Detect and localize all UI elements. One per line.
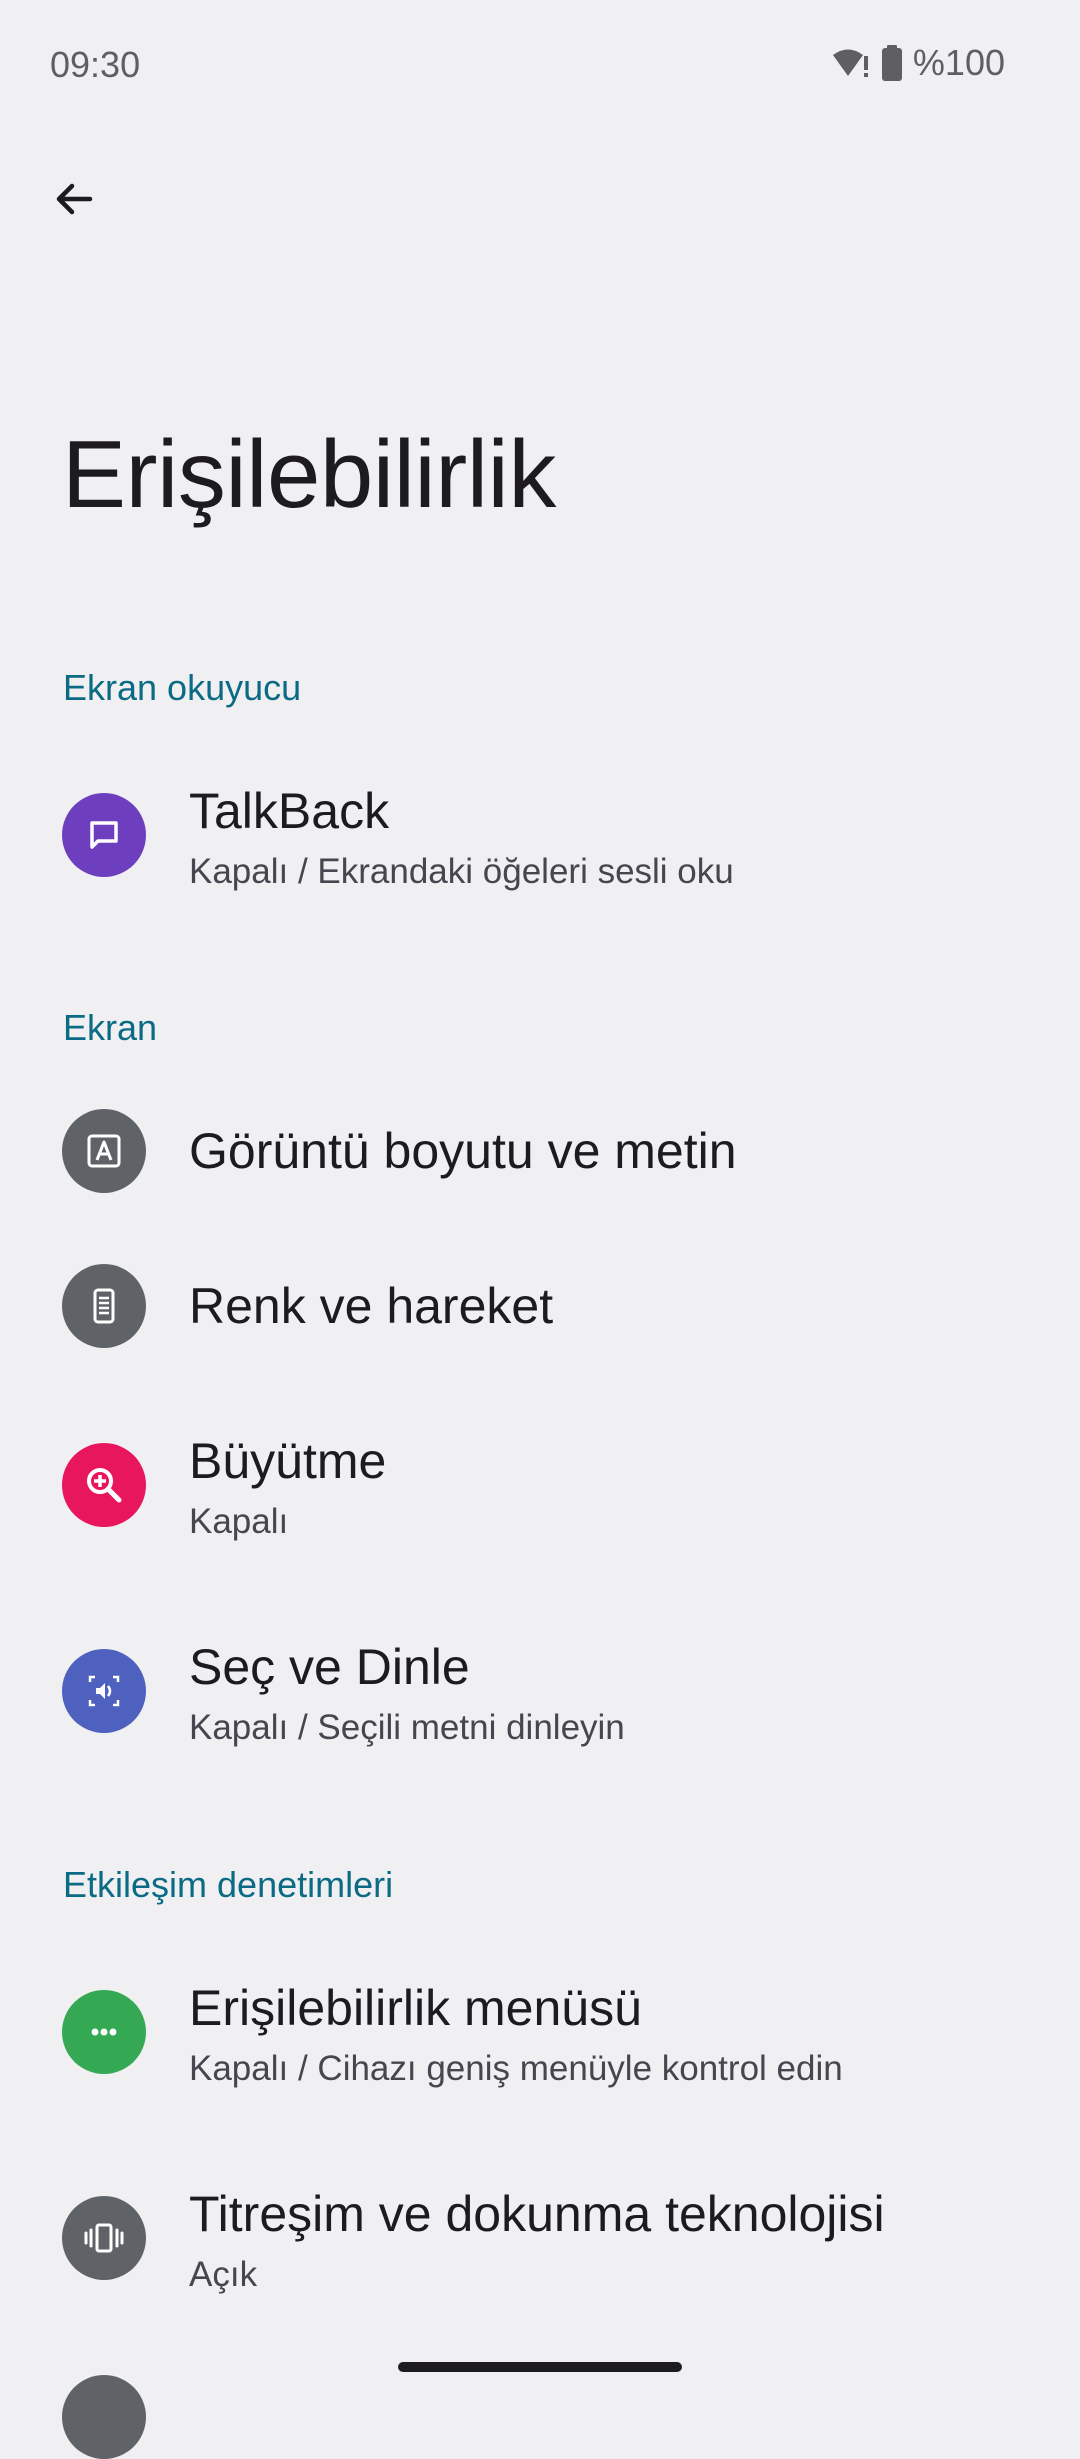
- section-header-screen-reader: Ekran okuyucu: [63, 667, 302, 708]
- setting-title: Seç ve Dinle: [189, 1639, 470, 1695]
- page-title: Erişilebilirlik: [62, 421, 556, 528]
- talkback-icon: [62, 793, 146, 877]
- next-setting-icon: [62, 2375, 146, 2459]
- setting-title: Titreşim ve dokunma teknolojisi: [189, 2186, 885, 2242]
- setting-title: TalkBack: [189, 783, 390, 839]
- setting-title: Erişilebilirlik menüsü: [189, 1980, 642, 2036]
- setting-title: Renk ve hareket: [189, 1278, 554, 1334]
- battery-icon: [881, 45, 903, 81]
- setting-summary: Kapalı / Cihazı geniş menüyle kontrol ed…: [189, 2049, 843, 2088]
- status-icons: %100: [831, 42, 1005, 84]
- setting-summary: Açık: [189, 2255, 258, 2294]
- setting-summary: Kapalı / Seçili metni dinleyin: [189, 1708, 625, 1747]
- battery-percent: %100: [912, 42, 1005, 83]
- setting-display-size-text[interactable]: Görüntü boyutu ve metin: [0, 1076, 1080, 1226]
- select-to-speak-icon: [62, 1649, 146, 1733]
- text-size-icon: [62, 1109, 146, 1193]
- status-bar: 09:30 %100: [0, 0, 1080, 130]
- arrow-back-icon: [50, 175, 98, 228]
- status-time: 09:30: [50, 44, 141, 85]
- more-horiz-icon: [62, 1990, 146, 2074]
- phone-color-icon: [62, 1264, 146, 1348]
- setting-vibration-haptics[interactable]: Titreşim ve dokunma teknolojisi Açık: [0, 2163, 1080, 2313]
- setting-title: Büyütme: [189, 1433, 387, 1489]
- gesture-nav-handle[interactable]: [398, 2362, 682, 2372]
- section-header-display: Ekran: [63, 1007, 158, 1048]
- setting-color-motion[interactable]: Renk ve hareket: [0, 1231, 1080, 1381]
- back-button[interactable]: [38, 165, 110, 237]
- vibration-icon: [62, 2196, 146, 2280]
- wifi-alert-icon: [831, 46, 871, 80]
- setting-accessibility-menu[interactable]: Erişilebilirlik menüsü Kapalı / Cihazı g…: [0, 1957, 1080, 2107]
- setting-magnification[interactable]: Büyütme Kapalı: [0, 1410, 1080, 1560]
- zoom-in-icon: [62, 1443, 146, 1527]
- setting-summary: Kapalı: [189, 1502, 289, 1541]
- setting-select-to-speak[interactable]: Seç ve Dinle Kapalı / Seçili metni dinle…: [0, 1616, 1080, 1766]
- setting-title: Görüntü boyutu ve metin: [189, 1123, 737, 1179]
- setting-talkback[interactable]: TalkBack Kapalı / Ekrandaki öğeleri sesl…: [0, 760, 1080, 910]
- section-header-interaction-controls: Etkileşim denetimleri: [63, 1864, 394, 1905]
- setting-summary: Kapalı / Ekrandaki öğeleri sesli oku: [189, 852, 734, 891]
